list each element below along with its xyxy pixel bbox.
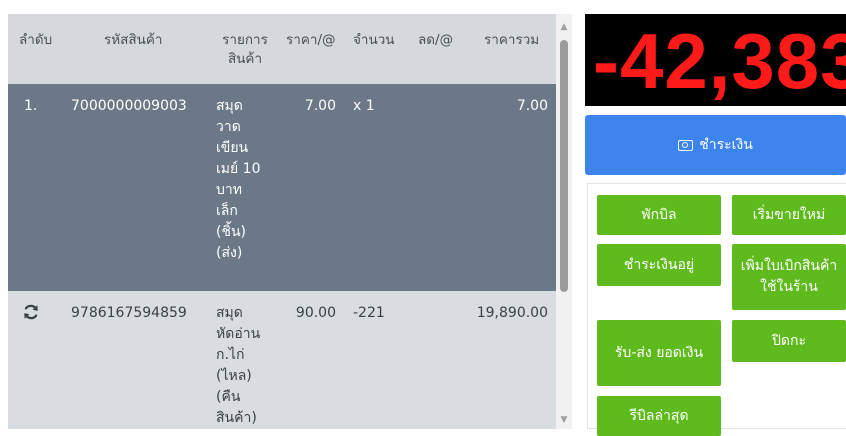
header-index: ลำดับ [19,32,53,48]
total-amount: -42,383 [593,17,846,105]
row-code: 7000000009003 [71,98,187,114]
hold-bill-button[interactable]: พักบิล [597,195,721,235]
header-discount: ลด/@ [418,32,454,48]
total-display: -42,383 [585,14,846,106]
table-row[interactable]: 9786167594859 สมุด หัดอ่าน ก.ไก่ (ไหล) (… [8,291,556,429]
row-price: 7.00 [304,98,336,114]
row-code: 9786167594859 [71,305,187,321]
header-total: ราคารวม [484,32,540,48]
header-code: รหัสสินค้า [104,32,163,48]
row-total: 19,890.00 [476,305,548,321]
reprint-last-bill-button[interactable]: รีบิลล่าสุด [597,396,721,436]
row-price: 90.00 [295,305,336,321]
pay-button[interactable]: ชำระเงิน [585,115,846,175]
add-withdraw-slip-button[interactable]: เพิ่มใบเบิกสินค้าใช้ในร้าน [732,244,846,310]
row-total: 7.00 [516,98,548,114]
new-sale-button[interactable]: เริ่มขายใหม่ [732,195,846,235]
scroll-up-arrow-icon[interactable]: ▲ [559,22,569,32]
table-scrollbar[interactable]: ▲ ▼ [556,14,572,429]
row-qty: x 1 [353,98,375,114]
table-header: ลำดับ รหัสสินค้า รายการ สินค้า ราคา/@ จำ… [8,14,556,84]
close-shift-button[interactable]: ปิดกะ [732,320,846,362]
partial-payment-button[interactable]: ชำระเงินอยู่ [597,244,721,286]
pay-button-label: ชำระเงิน [699,137,753,153]
header-qty: จำนวน [353,32,395,48]
header-name: รายการ สินค้า [222,32,268,67]
row-index: 1. [24,98,38,114]
scroll-thumb[interactable] [560,40,568,292]
refresh-icon[interactable] [22,303,40,321]
cash-in-out-button[interactable]: รับ-ส่ง ยอดเงิน [597,320,721,386]
row-name: สมุด หัดอ่าน ก.ไก่ (ไหล) (คืน สินค้า) [216,305,261,426]
row-qty: -221 [353,305,385,321]
cash-icon [678,139,694,151]
scroll-down-arrow-icon[interactable]: ▼ [559,415,569,425]
table-row[interactable]: 1. 7000000009003 สมุด วาด เขียน เมย์ 10 … [8,84,556,291]
cart-table: ลำดับ รหัสสินค้า รายการ สินค้า ราคา/@ จำ… [8,14,556,429]
row-name: สมุด วาด เขียน เมย์ 10 บาท เล็ก (ชิ้น) (… [216,98,261,261]
header-price: ราคา/@ [286,32,336,48]
